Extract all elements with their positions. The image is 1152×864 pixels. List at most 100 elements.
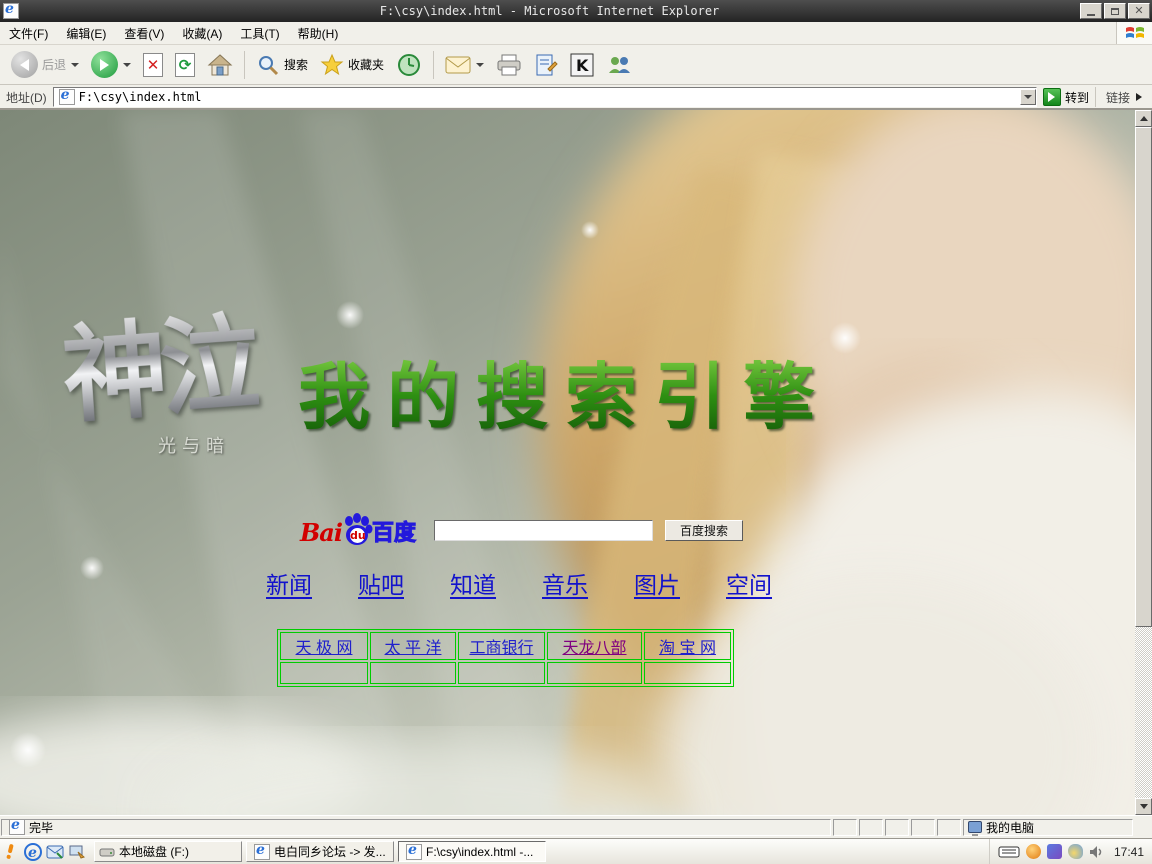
messenger-button[interactable] <box>601 50 637 80</box>
taskbar-button-label: F:\csy\index.html -... <box>426 845 533 859</box>
minimize-button[interactable] <box>1080 3 1102 19</box>
nav-link-images[interactable]: 图片 <box>634 566 680 600</box>
edit-button[interactable] <box>529 50 563 80</box>
title-bar: F:\csy\index.html - Microsoft Internet E… <box>0 0 1152 22</box>
nav-link-news[interactable]: 新闻 <box>266 566 312 600</box>
search-query-input[interactable] <box>434 520 653 541</box>
status-page-icon <box>9 819 25 835</box>
address-dropdown-button[interactable] <box>1020 89 1036 105</box>
menu-bar: 文件(F) 编辑(E) 查看(V) 收藏(A) 工具(T) 帮助(H) <box>0 22 1152 45</box>
status-bar: 完毕 我的电脑 <box>0 815 1152 838</box>
status-text: 完毕 <box>29 819 53 836</box>
window-title: F:\csy\index.html - Microsoft Internet E… <box>19 4 1080 18</box>
page-background-art <box>0 110 1135 815</box>
forward-dropdown-icon[interactable] <box>123 63 131 67</box>
shaiya-logo-subtitle: 光与暗 <box>158 432 230 458</box>
menu-help[interactable]: 帮助(H) <box>289 22 348 45</box>
forward-button[interactable] <box>86 48 136 81</box>
stop-button[interactable]: ✕ <box>138 50 168 80</box>
link-tianlongbabu[interactable]: 天龙八部 <box>562 640 626 657</box>
menu-tools[interactable]: 工具(T) <box>231 22 288 45</box>
taskbar-clock[interactable]: 17:41 <box>1114 845 1144 859</box>
k-app-icon: K <box>570 53 594 77</box>
back-label: 后退 <box>42 56 66 73</box>
print-button[interactable] <box>491 50 527 80</box>
menu-file[interactable]: 文件(F) <box>0 22 57 45</box>
history-icon <box>396 52 422 78</box>
link-icbc[interactable]: 工商银行 <box>469 640 533 657</box>
tray-messenger-icon[interactable] <box>1047 844 1062 859</box>
back-button[interactable]: 后退 <box>6 48 84 81</box>
search-button[interactable]: 搜索 <box>251 50 313 80</box>
favorites-button[interactable]: 收藏夹 <box>315 50 389 80</box>
go-button[interactable]: 转到 <box>1043 88 1089 106</box>
home-button[interactable] <box>202 50 238 80</box>
baidu-logo-du: du <box>350 528 365 543</box>
taskbar-button-local-disk[interactable]: 本地磁盘 (F:) <box>94 841 242 862</box>
tray-weather-icon[interactable] <box>1068 844 1083 859</box>
taskbar-button-forum[interactable]: 电白同乡论坛 -> 发... <box>246 841 394 862</box>
baidu-nav-links: 新闻 贴吧 知道 音乐 图片 空间 <box>266 566 772 600</box>
empty-cell <box>644 662 731 684</box>
quicklaunch-show-desktop-icon[interactable] <box>66 842 88 862</box>
nav-link-music[interactable]: 音乐 <box>542 566 588 600</box>
quicklaunch-outlook-icon[interactable] <box>44 842 66 862</box>
table-row <box>280 662 731 684</box>
drive-icon <box>99 846 115 858</box>
baidu-search-button[interactable]: 百度搜索 <box>665 520 743 541</box>
links-toolbar[interactable]: 链接 <box>1095 87 1152 107</box>
messenger-icon <box>606 53 632 77</box>
taskbar-button-label: 本地磁盘 (F:) <box>119 843 189 860</box>
taskbar-button-index-html[interactable]: F:\csy\index.html -... <box>398 841 546 862</box>
taskbar-button-label: 电白同乡论坛 -> 发... <box>274 843 386 860</box>
tray-player-icon[interactable] <box>1026 844 1041 859</box>
scroll-up-button[interactable] <box>1135 110 1152 127</box>
mail-dropdown-icon[interactable] <box>476 63 484 67</box>
stop-icon: ✕ <box>143 53 163 77</box>
ie-task-icon <box>406 844 422 860</box>
address-value: F:\csy\index.html <box>79 90 202 104</box>
empty-cell <box>370 662 456 684</box>
my-computer-icon <box>968 821 982 833</box>
menu-edit[interactable]: 编辑(E) <box>57 22 115 45</box>
favorites-label: 收藏夹 <box>348 56 384 73</box>
volume-tray-icon[interactable] <box>1089 845 1104 859</box>
k-app-button[interactable]: K <box>565 50 599 80</box>
menu-view[interactable]: 查看(V) <box>115 22 173 45</box>
refresh-button[interactable]: ⟳ <box>170 50 200 80</box>
ie-task-icon <box>254 844 270 860</box>
vertical-scrollbar[interactable] <box>1135 110 1152 815</box>
link-taobao[interactable]: 淘 宝 网 <box>659 640 716 657</box>
address-input[interactable]: F:\csy\index.html <box>53 87 1037 107</box>
nav-link-zhidao[interactable]: 知道 <box>450 566 496 600</box>
windows-flag-throbber <box>1116 22 1152 44</box>
scrollbar-thumb[interactable] <box>1135 127 1152 627</box>
launcher-exclamation-icon[interactable] <box>0 842 22 862</box>
back-icon <box>11 51 38 78</box>
history-button[interactable] <box>391 49 427 81</box>
ie-document-icon <box>3 3 19 19</box>
quick-links-table: 天 极 网 太 平 洋 工商银行 天龙八部 淘 宝 网 <box>277 629 734 687</box>
mail-button[interactable] <box>440 52 489 78</box>
status-message-pane: 完毕 <box>1 819 831 836</box>
link-tianji[interactable]: 天 极 网 <box>296 640 353 657</box>
print-icon <box>496 53 522 77</box>
go-label: 转到 <box>1065 89 1089 106</box>
links-expand-icon[interactable] <box>1136 93 1142 101</box>
restore-button[interactable] <box>1104 3 1126 19</box>
svg-text:e: e <box>28 845 37 861</box>
nav-link-tieba[interactable]: 贴吧 <box>358 566 404 600</box>
scroll-down-button[interactable] <box>1135 798 1152 815</box>
status-pane <box>885 819 909 836</box>
page-favicon <box>59 89 75 105</box>
back-dropdown-icon[interactable] <box>71 63 79 67</box>
keyboard-tray-icon[interactable] <box>998 846 1020 858</box>
forward-icon <box>91 51 118 78</box>
menu-favorites[interactable]: 收藏(A) <box>173 22 231 45</box>
page-viewport: 神泣 光与暗 我的搜索引擎 Bai du 百度 百度搜索 <box>0 110 1135 815</box>
links-label: 链接 <box>1106 89 1130 106</box>
nav-link-space[interactable]: 空间 <box>726 566 772 600</box>
link-pconline[interactable]: 太 平 洋 <box>385 640 442 657</box>
close-button[interactable]: ✕ <box>1128 3 1150 19</box>
quicklaunch-ie-icon[interactable]: e <box>22 842 44 862</box>
